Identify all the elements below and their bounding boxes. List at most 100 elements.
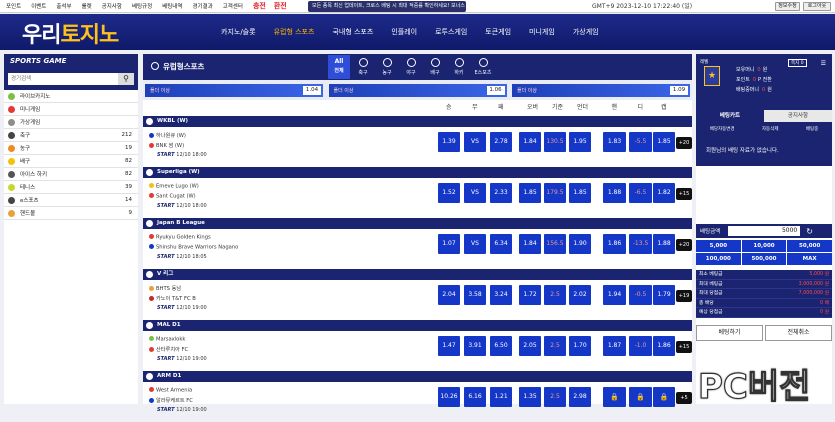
odds-button[interactable]: 3.24: [490, 285, 512, 305]
messages-badge[interactable]: 쪽지 0: [788, 59, 807, 67]
nav-item[interactable]: 국내형 스포츠: [323, 14, 382, 50]
sport-filter-0[interactable]: All 전체: [328, 55, 350, 79]
topnav-item[interactable]: 베팅내역: [162, 2, 182, 10]
odds-button[interactable]: 1.35: [519, 387, 541, 407]
sport-filter-3[interactable]: 야구: [400, 55, 422, 79]
amount-chip-button[interactable]: 10,000: [741, 240, 787, 252]
sport-filter-4[interactable]: 배구: [424, 55, 446, 79]
odds-button[interactable]: 2.5: [544, 387, 566, 407]
odds-button[interactable]: VS: [464, 132, 486, 152]
amount-chip-button[interactable]: 50,000: [787, 240, 832, 252]
odds-button[interactable]: 1.85: [569, 183, 591, 203]
sidebar-sport-item[interactable]: 테니스 39: [4, 181, 138, 194]
sport-filter-2[interactable]: 농구: [376, 55, 398, 79]
odds-button[interactable]: 2.5: [544, 285, 566, 305]
odds-button[interactable]: 🔒: [629, 387, 652, 407]
nav-item[interactable]: 토큰게임: [476, 14, 520, 50]
cart-option[interactable]: 배팅중: [806, 126, 818, 132]
topnav-item[interactable]: 이벤트: [31, 2, 46, 10]
sidebar-sport-item[interactable]: 미니게임: [4, 103, 138, 116]
sidebar-sport-item[interactable]: e스포츠 14: [4, 194, 138, 207]
amount-chip-button[interactable]: 100,000: [696, 253, 741, 265]
odds-button[interactable]: 3.58: [464, 285, 486, 305]
topnav-item[interactable]: 베팅규정: [132, 2, 152, 10]
odds-button[interactable]: 1.39: [438, 132, 460, 152]
topnav-item[interactable]: 룰렛: [82, 2, 92, 10]
edit-profile-button[interactable]: 정보수정: [775, 2, 800, 11]
menu-icon[interactable]: ☰: [821, 60, 826, 67]
more-markets-button[interactable]: +20: [676, 137, 692, 149]
logout-button[interactable]: 로그아웃: [803, 2, 831, 11]
odds-button[interactable]: 2.5: [544, 336, 566, 356]
odds-button[interactable]: 2.33: [490, 183, 512, 203]
topnav-item[interactable]: 경기결과: [192, 2, 212, 10]
sport-filter-5[interactable]: 하키: [448, 55, 470, 79]
cart-option[interactable]: 자동삭제: [762, 126, 779, 132]
odds-button[interactable]: 1.82: [653, 183, 675, 203]
sidebar-sport-item[interactable]: 라이브카지노: [4, 90, 138, 103]
cart-tab[interactable]: 베팅카트: [696, 110, 764, 122]
search-icon[interactable]: ⚲: [118, 73, 134, 85]
cart-tab[interactable]: 공지사항: [764, 110, 832, 122]
odds-button[interactable]: 1.70: [569, 336, 591, 356]
cart-option[interactable]: 배당자동변경: [710, 126, 735, 132]
nav-item[interactable]: 카지노/슬롯: [212, 14, 265, 50]
odds-button[interactable]: 1.07: [438, 234, 460, 254]
odds-button[interactable]: 1.83: [603, 132, 626, 152]
sport-filter-1[interactable]: 축구: [352, 55, 374, 79]
more-markets-button[interactable]: +19: [676, 290, 692, 302]
sidebar-sport-item[interactable]: 가상게임: [4, 116, 138, 129]
odds-button[interactable]: 2.05: [519, 336, 541, 356]
odds-button[interactable]: 2.04: [438, 285, 460, 305]
nav-item[interactable]: 미니게임: [520, 14, 564, 50]
odds-button[interactable]: -6.5: [629, 183, 652, 203]
odds-button[interactable]: 🔒: [653, 387, 675, 407]
odds-button[interactable]: 2.02: [569, 285, 591, 305]
odds-button[interactable]: 2.98: [569, 387, 591, 407]
odds-folder-select[interactable]: 폴더 이상 1.06: [328, 83, 507, 97]
sport-filter-6[interactable]: E스포츠: [472, 55, 494, 79]
topnav-highlight[interactable]: 충전: [253, 1, 266, 11]
odds-button[interactable]: 1.79: [653, 285, 675, 305]
refresh-icon[interactable]: ↻: [806, 227, 813, 236]
sidebar-sport-item[interactable]: 아이스 하키 82: [4, 168, 138, 181]
odds-button[interactable]: 1.88: [653, 234, 675, 254]
odds-button[interactable]: 3.91: [464, 336, 486, 356]
nav-item[interactable]: 가상게임: [564, 14, 608, 50]
sidebar-sport-item[interactable]: 축구 212: [4, 129, 138, 142]
topnav-highlight[interactable]: 환전: [274, 1, 287, 11]
sidebar-sport-item[interactable]: 농구 19: [4, 142, 138, 155]
odds-button[interactable]: 1.87: [603, 336, 626, 356]
place-bet-button[interactable]: 베팅하기: [696, 325, 763, 341]
odds-button[interactable]: 2.78: [490, 132, 512, 152]
odds-button[interactable]: 1.86: [603, 234, 626, 254]
odds-button[interactable]: -0.5: [629, 285, 652, 305]
odds-button[interactable]: 6.34: [490, 234, 512, 254]
odds-button[interactable]: 1.84: [519, 132, 541, 152]
odds-button[interactable]: 1.85: [653, 132, 675, 152]
odds-button[interactable]: 1.52: [438, 183, 460, 203]
sidebar-sport-item[interactable]: 배구 82: [4, 155, 138, 168]
odds-folder-select[interactable]: 폴더 이상 1.09: [512, 83, 690, 97]
odds-button[interactable]: 156.5: [544, 234, 566, 254]
odds-button[interactable]: 1.88: [603, 183, 626, 203]
odds-button[interactable]: 6.50: [490, 336, 512, 356]
odds-button[interactable]: 1.72: [519, 285, 541, 305]
amount-chip-button[interactable]: 500,000: [741, 253, 787, 265]
nav-item[interactable]: 인플레이: [382, 14, 426, 50]
odds-button[interactable]: 1.85: [519, 183, 541, 203]
nav-item[interactable]: 유럽형 스포츠: [265, 14, 324, 50]
odds-button[interactable]: -13.5: [629, 234, 652, 254]
topnav-item[interactable]: 출석부: [56, 2, 71, 10]
cancel-all-button[interactable]: 전체취소: [765, 325, 832, 341]
odds-button[interactable]: VS: [464, 183, 486, 203]
nav-item[interactable]: 로투스게임: [426, 14, 476, 50]
sidebar-sport-item[interactable]: 핸드볼 9: [4, 207, 138, 220]
more-markets-button[interactable]: +20: [676, 239, 692, 251]
game-search-input[interactable]: [8, 73, 118, 85]
odds-button[interactable]: 1.90: [569, 234, 591, 254]
amount-chip-button[interactable]: 5,000: [696, 240, 741, 252]
odds-button[interactable]: 179.5: [544, 183, 566, 203]
topnav-item[interactable]: 고객센터: [223, 2, 243, 10]
odds-button[interactable]: -1.0: [629, 336, 652, 356]
